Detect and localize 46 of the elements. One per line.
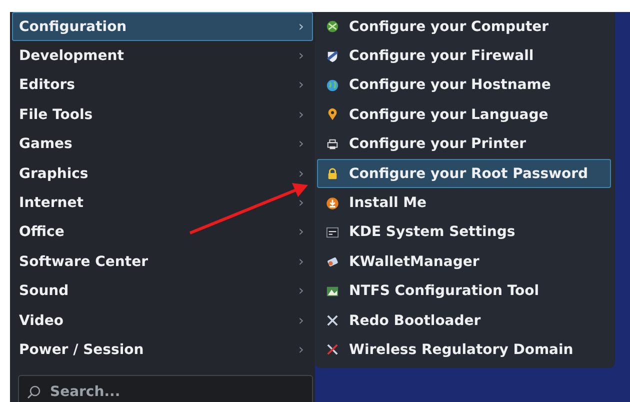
submenu-item[interactable]: KDE System Settings — [317, 218, 611, 248]
menu-item[interactable]: Sound › — [12, 276, 313, 306]
submenu-item[interactable]: Configure your Firewall — [317, 41, 611, 71]
menu-item[interactable]: File Tools › — [12, 100, 313, 130]
shield-icon — [326, 50, 339, 63]
lock-icon — [326, 167, 339, 180]
menu-item[interactable]: Software Center › — [12, 247, 313, 277]
chevron-icon: › — [298, 136, 304, 152]
menu-item[interactable]: Graphics › — [12, 158, 313, 188]
menu-item[interactable]: Video › — [12, 306, 313, 336]
chevron-icon: › — [298, 342, 304, 358]
search-field[interactable]: Search... — [18, 374, 313, 402]
location-pin-icon — [326, 108, 339, 122]
submenu-item[interactable]: Configure your Hostname — [317, 70, 611, 100]
chevron-icon: › — [298, 312, 304, 329]
settings-icon — [326, 226, 339, 239]
submenu-item[interactable]: Configure your Computer — [317, 12, 611, 42]
submenu-item[interactable]: Install Me — [317, 188, 611, 218]
submenu-item[interactable]: Wireless Regulatory Domain — [317, 335, 611, 365]
chevron-icon: › — [298, 166, 304, 182]
menu-item[interactable]: Development › — [12, 41, 313, 71]
tools-icon — [326, 343, 339, 356]
chevron-icon: › — [298, 195, 304, 212]
menu-item[interactable]: Office › — [12, 218, 313, 248]
chevron-icon: › — [298, 283, 304, 300]
chevron-icon: › — [298, 106, 304, 123]
download-icon — [326, 196, 339, 210]
menu-item[interactable]: Power / Session › — [12, 335, 313, 365]
chevron-icon: › — [298, 18, 304, 35]
submenu-item[interactable]: NTFS Configuration Tool — [317, 276, 611, 306]
submenu-item[interactable]: Redo Bootloader — [317, 306, 611, 336]
menu-item[interactable]: Games › — [12, 130, 313, 159]
chevron-icon: › — [298, 48, 304, 64]
image-icon — [326, 284, 339, 298]
submenu-item[interactable]: Configure your Root Password — [317, 158, 611, 188]
menu-item[interactable]: Configuration › — [12, 12, 313, 42]
tools-icon — [326, 314, 339, 328]
submenu-item[interactable]: KWalletManager — [317, 247, 611, 277]
chevron-icon: › — [298, 254, 304, 270]
chevron-icon: › — [298, 224, 304, 240]
printer-icon — [326, 138, 339, 151]
submenu-item[interactable]: Configure your Language — [317, 100, 611, 130]
menu-item[interactable]: Editors › — [12, 70, 313, 100]
chevron-icon: › — [298, 77, 304, 94]
menu-item[interactable]: Internet › — [12, 188, 313, 218]
submenu-item[interactable]: Configure your Printer — [317, 130, 611, 159]
